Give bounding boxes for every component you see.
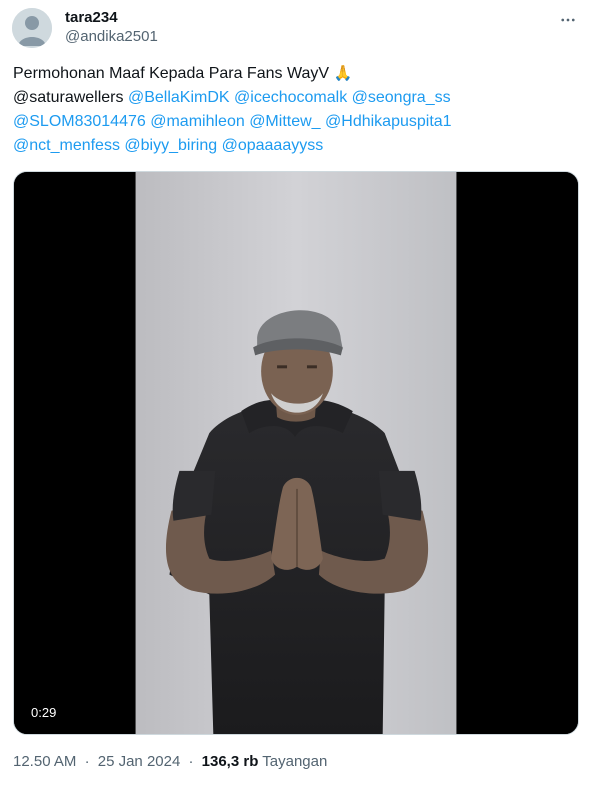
mention-link[interactable]: @opaaaayyss [222,137,324,154]
meta-separator: · [188,753,194,770]
meta-separator: · [84,753,90,770]
views-count[interactable]: 136,3 rb [202,753,259,770]
mention-link[interactable]: @Hdhikapuspita1 [325,113,452,130]
video-player[interactable]: 0:29 [13,171,579,735]
tweet-text-line-1: Permohonan Maaf Kepada Para Fans WayV 🙏 [13,62,579,86]
tweet-header: tara234 @andika2501 [12,8,582,52]
tweet-text-body: Permohonan Maaf Kepada Para Fans WayV [13,65,330,82]
more-button[interactable] [558,10,578,30]
mention-link[interactable]: @nct_menfess [13,137,120,154]
video-frame [14,172,578,734]
mention-link[interactable]: @mamihleon [150,113,245,130]
tweet-mentions-line-3: @nct_menfess @biyy_biring @opaaaayyss [13,134,579,158]
mention-link[interactable]: @Mittew_ [249,113,320,130]
mention-link[interactable]: @SLOM83014476 [13,113,146,130]
tweet-meta: 12.50 AM · 25 Jan 2024 · 136,3 rb Tayang… [13,752,327,772]
video-duration: 0:29 [31,705,57,720]
tweet-date[interactable]: 25 Jan 2024 [98,753,181,770]
author-names: tara234 @andika2501 [65,9,158,47]
mention-link[interactable]: @BellaKimDK [128,89,230,106]
mention-link[interactable]: @biyy_biring [124,137,217,154]
mention-link[interactable]: @icechocomalk [234,89,347,106]
default-avatar-icon[interactable] [12,8,52,48]
views-label: Tayangan [262,753,328,770]
author-display-name[interactable]: tara234 [65,9,158,27]
tweet-time[interactable]: 12.50 AM [13,753,76,770]
folded-hands-icon: 🙏 [333,65,353,82]
tweet-mentions-line-2: @SLOM83014476 @mamihleon @Mittew_ @Hdhik… [13,110,579,134]
more-horizontal-icon [561,18,575,22]
tweet-text: Permohonan Maaf Kepada Para Fans WayV 🙏 … [13,62,579,158]
mention-link[interactable]: @seongra_ss [352,89,451,106]
author-handle[interactable]: @andika2501 [65,27,158,47]
tweet-mentions-line-1: @saturawellers @BellaKimDK @icechocomalk… [13,86,579,110]
mention-plain[interactable]: @saturawellers [13,89,124,106]
